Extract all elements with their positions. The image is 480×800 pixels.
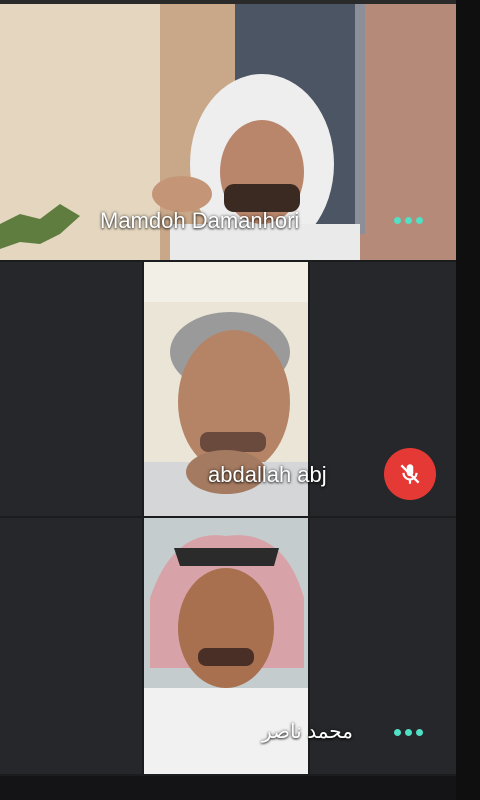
more-dots-icon[interactable] xyxy=(394,729,423,736)
video-call-screen: Mamdoh Damanhori abdallah abj محمد ناصر xyxy=(0,0,480,800)
bottom-strip xyxy=(0,776,456,800)
mic-off-icon[interactable] xyxy=(384,448,436,500)
empty-grid-cell xyxy=(0,518,142,774)
participant-name: abdallah abj xyxy=(208,462,327,487)
empty-grid-cell xyxy=(0,262,142,516)
participant-tile-1[interactable]: Mamdoh Damanhori xyxy=(0,4,456,260)
more-dots-icon[interactable] xyxy=(394,217,423,224)
screen-edge xyxy=(456,0,480,800)
participant-name: Mamdoh Damanhori xyxy=(100,208,300,233)
participant-name: محمد ناصر xyxy=(262,721,353,743)
